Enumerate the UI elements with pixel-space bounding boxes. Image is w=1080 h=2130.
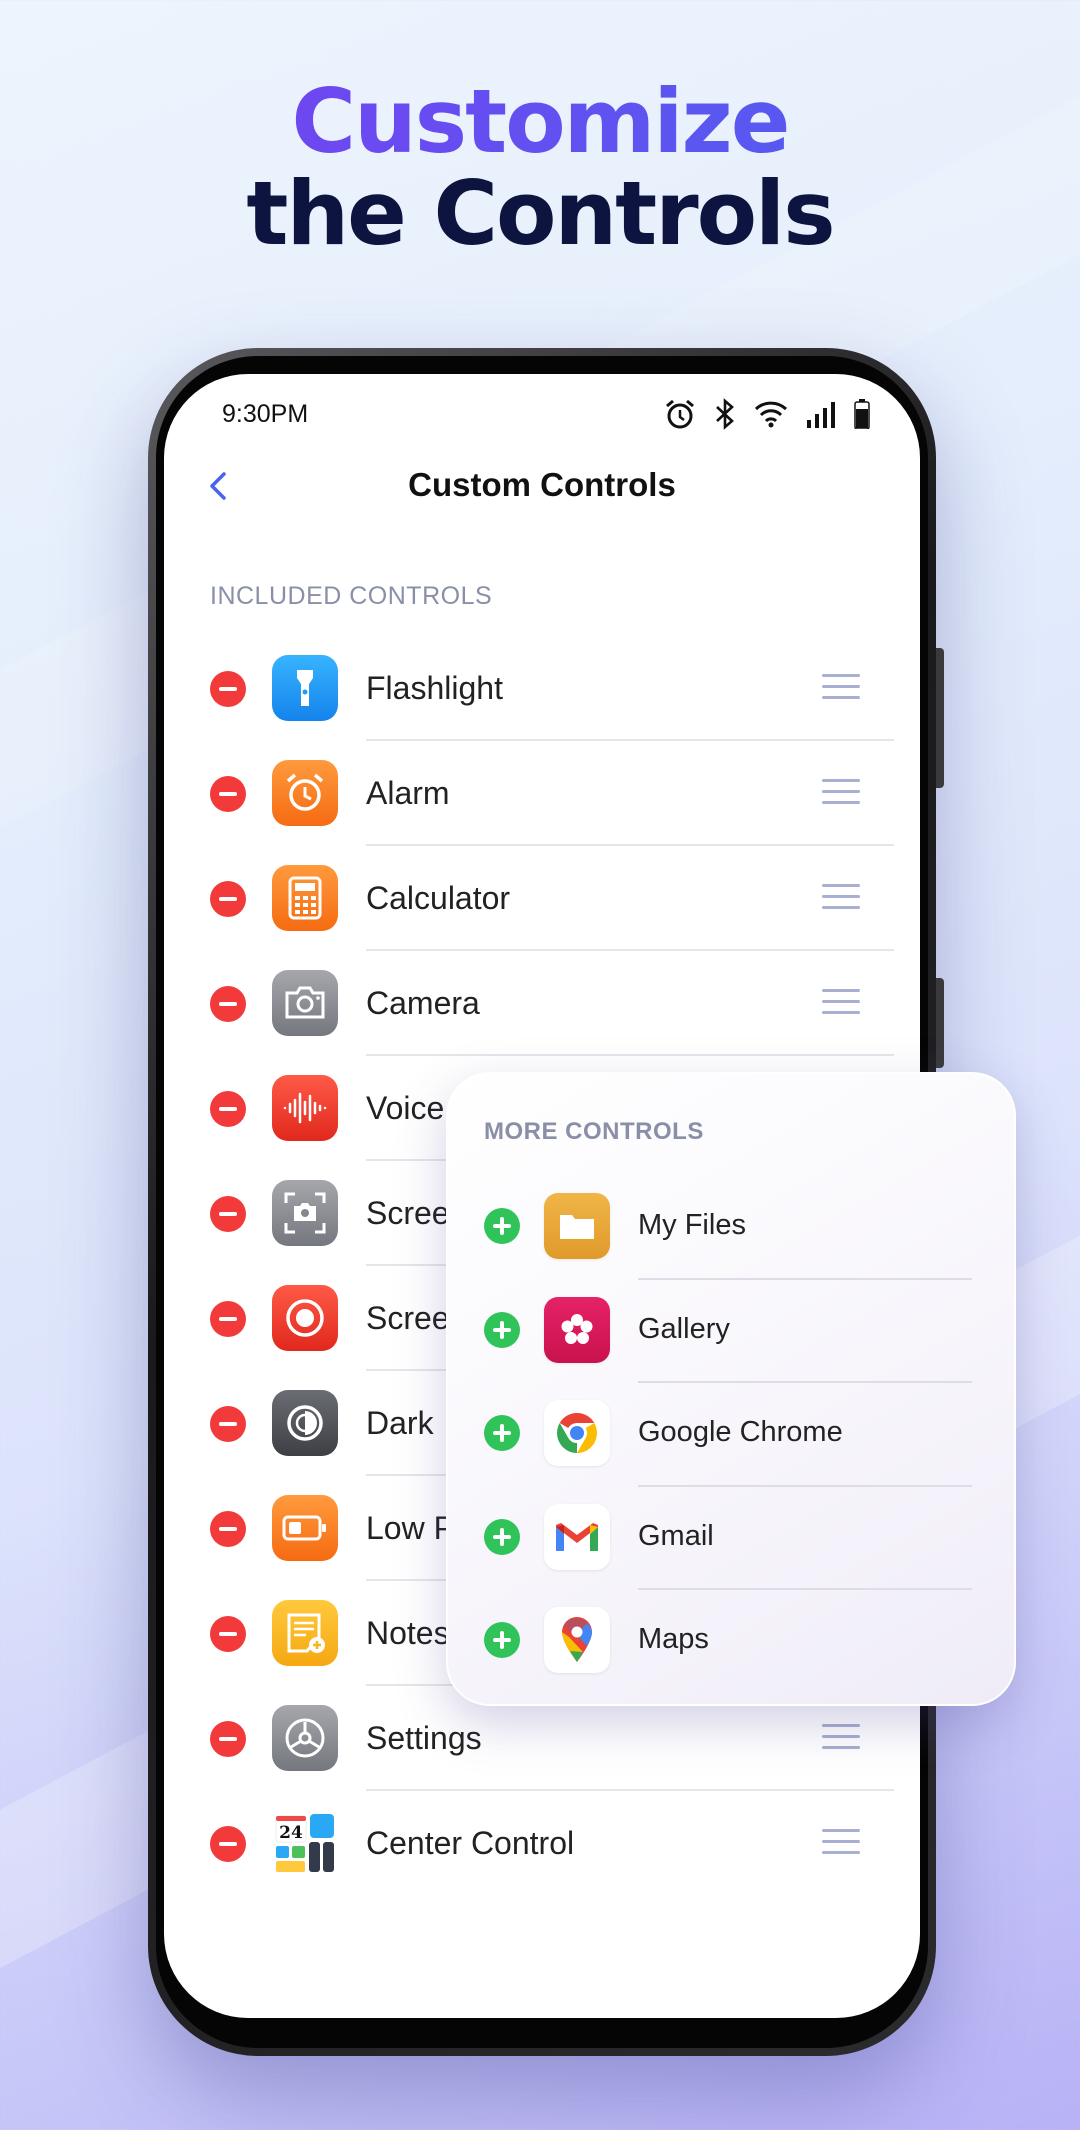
center-control-icon: 24: [272, 1810, 338, 1876]
signal-icon: [807, 402, 835, 428]
list-item[interactable]: Google Chrome: [448, 1383, 1014, 1487]
remove-button[interactable]: [210, 1721, 246, 1757]
add-button[interactable]: [484, 1415, 520, 1451]
power-button: [936, 978, 944, 1068]
settings-icon: [272, 1705, 338, 1771]
list-item[interactable]: My Files: [448, 1176, 1014, 1280]
remove-button[interactable]: [210, 1196, 246, 1232]
list-item-label: Google Chrome: [638, 1416, 843, 1448]
remove-button[interactable]: [210, 1826, 246, 1862]
remove-button[interactable]: [210, 1616, 246, 1652]
list-item-label: Gmail: [638, 1519, 714, 1552]
bluetooth-icon: [716, 398, 734, 430]
headline: Customize the Controls: [0, 76, 1080, 260]
add-button[interactable]: [484, 1208, 520, 1244]
drag-handle[interactable]: [822, 674, 860, 700]
list-item[interactable]: Maps: [448, 1590, 1014, 1694]
screen-record-icon: [272, 1285, 338, 1351]
remove-button[interactable]: [210, 776, 246, 812]
drag-handle[interactable]: [822, 1724, 860, 1750]
drag-handle[interactable]: [822, 1829, 860, 1855]
list-item-label: Calculator: [366, 880, 511, 916]
remove-button[interactable]: [210, 671, 246, 707]
drag-handle[interactable]: [822, 779, 860, 805]
remove-button[interactable]: [210, 986, 246, 1022]
list-item-label: Alarm: [366, 775, 450, 811]
battery-icon: [854, 399, 870, 429]
list-item-label: Scree: [366, 1300, 450, 1336]
list-item-label: Notes: [366, 1615, 450, 1651]
add-button[interactable]: [484, 1518, 520, 1555]
svg-text:24: 24: [279, 1823, 303, 1843]
drag-handle[interactable]: [822, 989, 860, 1015]
alarm-icon: [666, 399, 694, 429]
list-item-label: Flashlight: [366, 670, 503, 706]
more-controls-list: My Files Gallery Google Chrome Gmail Map…: [448, 1176, 1014, 1694]
headline-line2: the Controls: [246, 162, 835, 265]
list-item-label: Camera: [366, 985, 480, 1021]
included-controls-label: INCLUDED CONTROLS: [210, 582, 493, 610]
headline-line1: Customize: [0, 76, 1080, 168]
camera-icon: [272, 970, 338, 1036]
add-button[interactable]: [484, 1622, 520, 1658]
nav-bar: Custom Controls: [164, 456, 920, 516]
chrome-icon: [544, 1400, 610, 1466]
list-item[interactable]: Alarm: [164, 741, 920, 846]
status-bar: 9:30PM: [222, 394, 870, 434]
list-item-label: Low P: [366, 1510, 455, 1546]
list-item-label: Maps: [638, 1623, 709, 1655]
list-item[interactable]: Gmail: [448, 1487, 1014, 1590]
more-controls-label: MORE CONTROLS: [484, 1118, 704, 1145]
alarm-clock-icon: [272, 760, 338, 826]
list-item[interactable]: 24 Center Control: [164, 1791, 920, 1896]
status-time: 9:30PM: [222, 399, 309, 428]
low-power-icon: [272, 1495, 338, 1561]
list-item-label: Settings: [366, 1720, 482, 1756]
wifi-icon: [754, 401, 788, 428]
gmail-icon: [544, 1503, 610, 1570]
list-item[interactable]: Camera: [164, 951, 920, 1056]
maps-pin-icon: [544, 1607, 610, 1673]
volume-button: [936, 648, 944, 788]
list-item[interactable]: Gallery: [448, 1280, 1014, 1383]
remove-button[interactable]: [210, 1091, 246, 1127]
list-item-label: Gallery: [638, 1312, 730, 1345]
screenshot-icon: [272, 1180, 338, 1246]
remove-button[interactable]: [210, 1406, 246, 1442]
list-item-label: My Files: [638, 1209, 746, 1241]
remove-button[interactable]: [210, 881, 246, 917]
list-item[interactable]: Calculator: [164, 846, 920, 951]
notes-icon: [272, 1600, 338, 1666]
list-item-label: Center Control: [366, 1825, 575, 1861]
list-item-label: Dark: [366, 1405, 434, 1441]
remove-button[interactable]: [210, 1511, 246, 1547]
page-title: Custom Controls: [408, 466, 676, 503]
gallery-flower-icon: [544, 1296, 610, 1363]
remove-button[interactable]: [210, 1301, 246, 1337]
calculator-icon: [272, 865, 338, 931]
folder-icon: [544, 1193, 610, 1259]
list-item[interactable]: Flashlight: [164, 636, 920, 741]
dark-mode-icon: [272, 1390, 338, 1456]
list-item-label: Voice: [366, 1090, 445, 1126]
drag-handle[interactable]: [822, 884, 860, 910]
flashlight-icon: [272, 655, 338, 721]
voice-recorder-icon: [272, 1075, 338, 1141]
list-item-label: Scree: [366, 1195, 450, 1231]
more-controls-panel: MORE CONTROLS My Files Gallery Google Ch…: [446, 1072, 1016, 1706]
add-button[interactable]: [484, 1311, 520, 1348]
